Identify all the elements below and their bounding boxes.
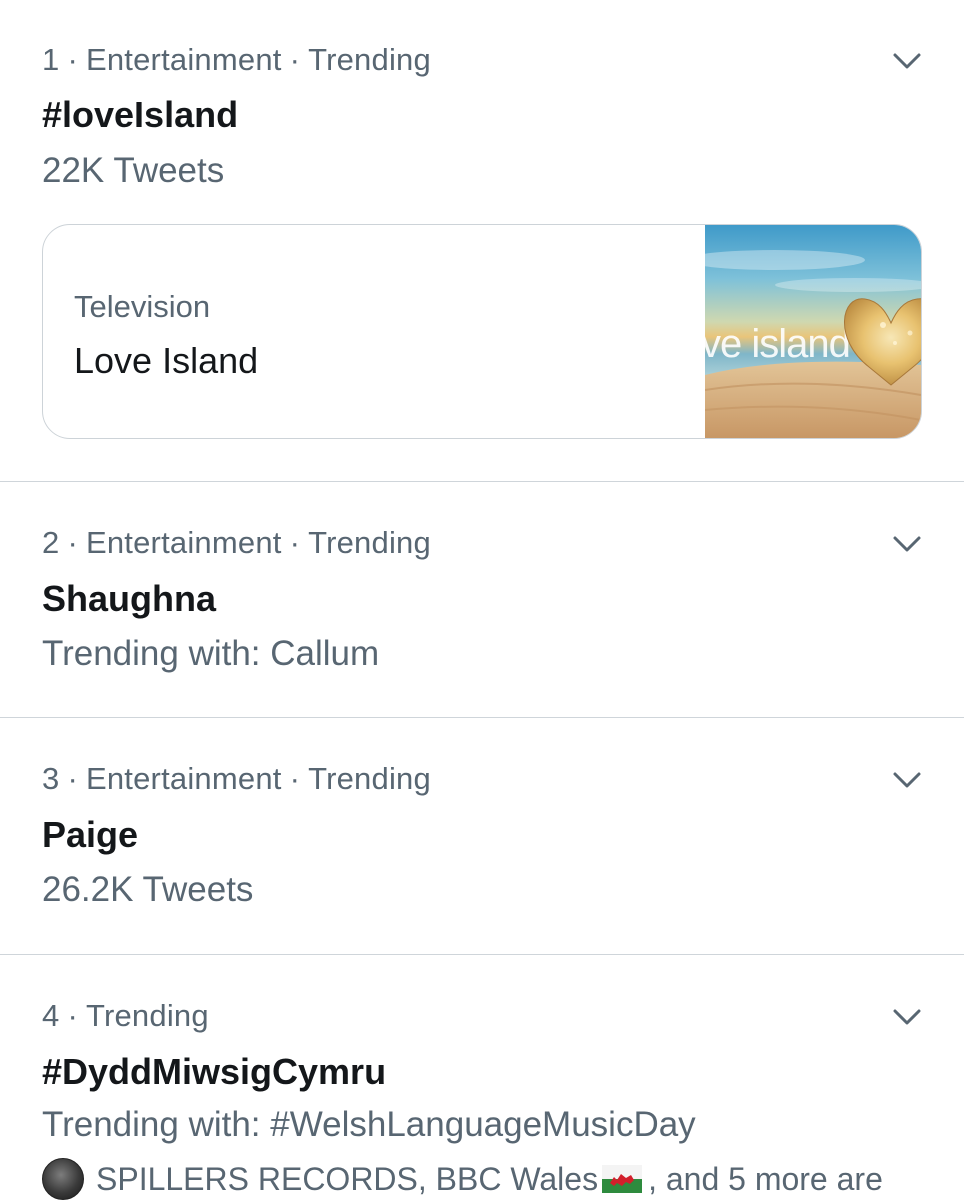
related-topic-card[interactable]: Television Love Island ve island <box>42 224 922 439</box>
trend-title: Paige <box>42 814 139 855</box>
separator: · <box>289 761 301 796</box>
trend-item-3[interactable]: 3 · Entertainment · Trending Paige 26.2K Twe… <box>0 718 964 954</box>
separator: · <box>67 42 78 77</box>
chevron-down-icon[interactable] <box>890 44 924 78</box>
card-name: Love Island <box>74 340 259 381</box>
trend-context: Trending with: #WelshLanguageMusicDay <box>42 1105 696 1144</box>
trend-status: Trending <box>308 761 431 796</box>
chevron-down-icon[interactable] <box>890 527 924 561</box>
trend-tweet-count: 26.2K Tweets <box>42 870 254 909</box>
trend-rank: 4 <box>42 998 60 1033</box>
trend-category: Entertainment <box>85 42 282 77</box>
trend-tweet-count: 22K Tweets <box>42 151 225 190</box>
trend-context: Trending with: Callum <box>42 634 380 673</box>
card-category: Television <box>74 289 211 324</box>
trend-rank: 3 <box>42 761 60 796</box>
trend-title: #DyddMiwsigCymru <box>42 1051 387 1092</box>
separator: · <box>67 761 78 796</box>
social-context-more: , and 5 more are <box>648 1160 883 1197</box>
thumbnail-logo-text: ve island <box>705 322 850 366</box>
chevron-down-icon[interactable] <box>890 763 924 797</box>
trend-rank: 1 <box>42 42 60 77</box>
chevron-down-icon[interactable] <box>890 1000 924 1034</box>
trend-item-1[interactable]: 1 · Entertainment · Trending #loveIsland 22K… <box>0 0 964 482</box>
trend-meta: 4 · Trending <box>42 998 209 1034</box>
trend-meta: 1 · Entertainment · Trending <box>42 42 431 78</box>
trend-meta: 3 · Entertainment · Trending <box>42 761 431 797</box>
separator: · <box>289 42 301 77</box>
wales-flag-icon <box>602 1165 643 1193</box>
trend-item-2[interactable]: 2 · Entertainment · Trending Shaughna Trendi… <box>0 482 964 717</box>
trend-meta: 2 · Entertainment · Trending <box>42 525 431 561</box>
social-context[interactable]: SPILLERS RECORDS, BBC Wales , and 5 more… <box>42 1158 883 1200</box>
separator: · <box>289 525 301 560</box>
trend-status: Trending <box>308 525 431 560</box>
trend-status: Trending <box>308 42 431 77</box>
love-island-thumbnail: ve island <box>705 225 921 438</box>
social-context-names: SPILLERS RECORDS, BBC Wales <box>96 1160 599 1197</box>
trend-category: Entertainment <box>85 525 282 560</box>
trend-title: #loveIsland <box>42 94 239 135</box>
trend-title: Shaughna <box>42 578 217 619</box>
trend-rank: 2 <box>42 525 60 560</box>
separator: · <box>67 998 78 1033</box>
trend-status: Trending <box>85 998 209 1033</box>
trend-category: Entertainment <box>85 761 282 796</box>
spillers-records-avatar <box>42 1158 84 1200</box>
separator: · <box>67 525 78 560</box>
